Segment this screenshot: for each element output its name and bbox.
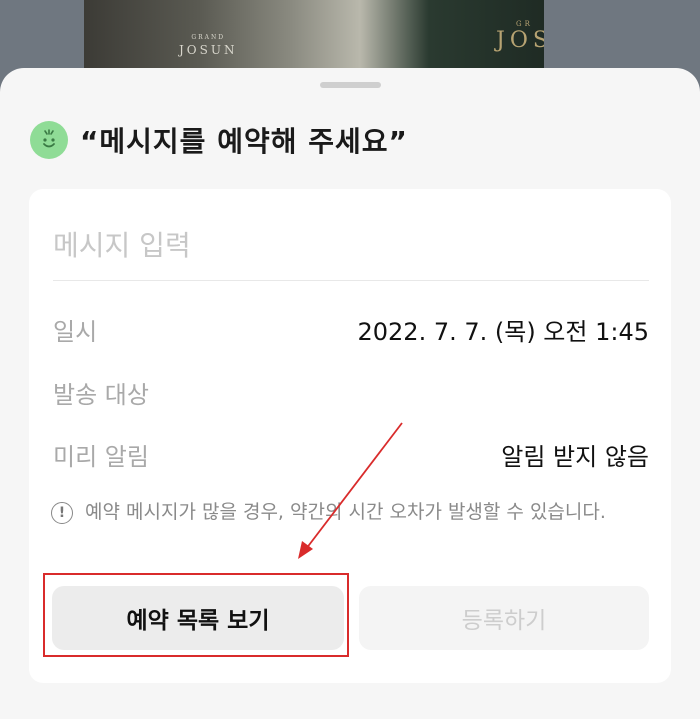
register-button[interactable]: 등록하기 [359,586,649,650]
brand-text-right: GR JOS [496,20,544,53]
reminder-row[interactable]: 미리 알림 알림 받지 않음 [53,437,649,472]
brand-text-left: GRAND JOSUN [179,34,238,57]
reminder-label: 미리 알림 [53,443,149,471]
info-icon: ! [51,502,73,524]
divider [53,280,649,281]
annotation-highlight-box [43,573,349,657]
datetime-row[interactable]: 일시 2022. 7. 7. (목) 오전 1:45 [53,312,649,347]
sheet-header: “메시지를 예약해 주세요” [30,120,408,160]
message-input[interactable] [53,223,649,267]
datetime-value[interactable]: 2022. 7. 7. (목) 오전 1:45 [357,312,649,347]
avatar-face-icon [30,121,68,159]
datetime-label: 일시 [53,318,98,346]
notice: ! 예약 메시지가 많을 경우, 약간의 시간 오차가 발생할 수 있습니다. [51,498,611,526]
recipient-label: 발송 대상 [53,381,149,409]
sheet-title: “메시지를 예약해 주세요” [80,125,408,158]
background-photo: GRAND JOSUN GR JOS [84,0,544,75]
notice-text: 예약 메시지가 많을 경우, 약간의 시간 오차가 발생할 수 있습니다. [85,501,606,523]
drag-handle[interactable] [320,82,381,88]
reminder-value[interactable]: 알림 받지 않음 [501,437,649,472]
recipient-row[interactable]: 발송 대상 [53,375,649,410]
